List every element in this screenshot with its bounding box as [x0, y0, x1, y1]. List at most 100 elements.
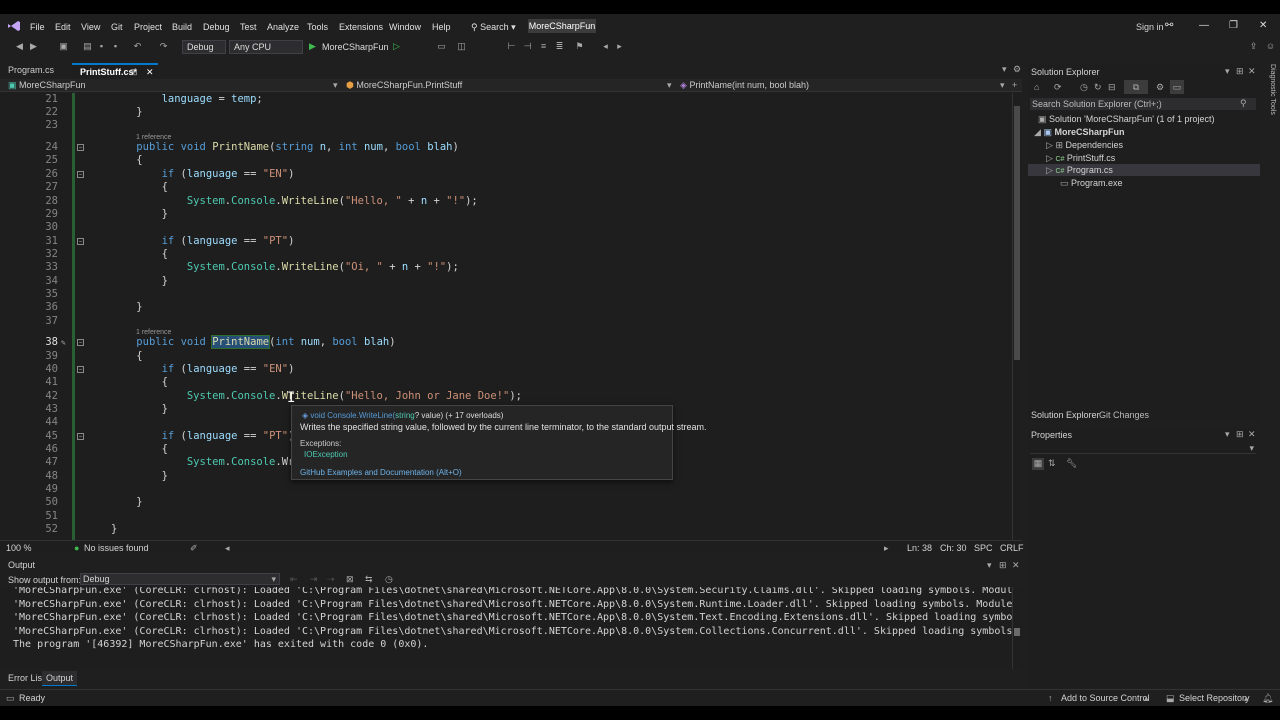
- whitespace-indicator[interactable]: SPC: [974, 543, 993, 553]
- issues-status[interactable]: No issues found: [84, 543, 149, 553]
- property-pages-icon[interactable]: 🔧︎: [1066, 458, 1077, 469]
- close-icon[interactable]: ✕: [1012, 560, 1020, 571]
- output-text[interactable]: 'MoreCSharpFun.exe' (CoreCLR: clrhost): …: [0, 587, 1012, 669]
- sync-icon[interactable]: ⟳: [1054, 82, 1062, 93]
- pin-icon[interactable]: ⊞: [130, 65, 138, 79]
- new-item-icon[interactable]: ▣: [58, 41, 69, 52]
- pin-icon[interactable]: ⊞: [999, 560, 1007, 571]
- menu-view[interactable]: View: [81, 22, 100, 32]
- tree-project[interactable]: ◢ ▣ MoreCSharpFun: [1034, 127, 1124, 138]
- tab-error-list[interactable]: Error List: [8, 673, 45, 683]
- menu-extensions[interactable]: Extensions: [339, 22, 383, 32]
- menu-help[interactable]: Help: [432, 22, 451, 32]
- project-nav-dropdown[interactable]: ▣ MoreCSharpFun: [8, 80, 86, 91]
- browser-link-icon[interactable]: ▭: [436, 41, 447, 52]
- uncomment-icon[interactable]: ≣: [554, 41, 565, 52]
- chevron-down-icon[interactable]: ▾: [1225, 429, 1230, 440]
- properties-icon[interactable]: ⚙: [1156, 82, 1164, 93]
- chevron-down-icon[interactable]: ▾: [987, 560, 992, 571]
- properties-object-select[interactable]: ▾: [1030, 443, 1256, 454]
- tab-printstuff-cs[interactable]: PrintStuff.cs* ⊞ ✕: [72, 63, 158, 77]
- notifications-icon[interactable]: 🔔︎: [1262, 693, 1273, 704]
- menu-analyze[interactable]: Analyze: [267, 22, 299, 32]
- clear-all-icon[interactable]: ⊠: [346, 574, 354, 585]
- member-nav-dropdown[interactable]: ◈ PrintName(int num, bool blah): [680, 80, 809, 91]
- find-icon[interactable]: ⇤: [290, 574, 298, 585]
- watch-icon[interactable]: ◷: [385, 574, 393, 585]
- column-indicator[interactable]: Ch: 30: [940, 543, 967, 553]
- solution-search-box[interactable]: Search Solution Explorer (Ctrl+;) ⚲: [1030, 98, 1256, 110]
- share-icon[interactable]: ⇪: [1248, 41, 1259, 52]
- minimize-icon[interactable]: —: [1199, 20, 1209, 31]
- menu-build[interactable]: Build: [172, 22, 192, 32]
- comment-icon[interactable]: ≡: [538, 41, 549, 52]
- fold-toggle-icon[interactable]: −: [77, 144, 84, 151]
- refresh-icon[interactable]: ↻: [1094, 82, 1102, 93]
- search-menu[interactable]: ⚲ Search ▾: [471, 22, 516, 33]
- add-to-source-control[interactable]: Add to Source Control: [1061, 693, 1150, 703]
- diagnostic-tools-tab[interactable]: Diagnostic Tools: [1264, 64, 1276, 124]
- settings-icon[interactable]: ⚙: [1013, 64, 1021, 75]
- docs-link[interactable]: GitHub Examples and Documentation (Alt+O…: [300, 468, 462, 477]
- fold-toggle-icon[interactable]: −: [77, 170, 84, 178]
- output-scrollbar-thumb[interactable]: [1014, 628, 1020, 636]
- save-all-icon[interactable]: ▪: [110, 41, 121, 52]
- pin-icon[interactable]: ⊞: [1236, 66, 1244, 77]
- bookmark-icon[interactable]: ⚑: [574, 41, 585, 52]
- tab-overflow-icon[interactable]: ▾: [1002, 64, 1007, 75]
- tree-item-printstuff[interactable]: ▷ C# PrintStuff.cs: [1046, 153, 1115, 164]
- menu-debug[interactable]: Debug: [203, 22, 230, 32]
- bookmark-next-icon[interactable]: ▸: [614, 41, 625, 52]
- tree-item-dependencies[interactable]: ▷ ⊞ Dependencies: [1046, 140, 1123, 151]
- close-icon[interactable]: ✕: [1248, 429, 1256, 440]
- menu-edit[interactable]: Edit: [55, 22, 71, 32]
- step-over-icon[interactable]: ⊣: [522, 41, 533, 52]
- scroll-right-icon[interactable]: ▸: [884, 543, 889, 554]
- history-icon[interactable]: ◷: [1080, 82, 1088, 93]
- menu-tools[interactable]: Tools: [307, 22, 328, 32]
- tree-item-program-exe[interactable]: ▭ Program.exe: [1060, 178, 1123, 189]
- save-icon[interactable]: ▪: [96, 41, 107, 52]
- close-tab-icon[interactable]: ✕: [146, 65, 154, 79]
- split-editor-icon[interactable]: +: [1012, 80, 1017, 90]
- tab-solution-explorer[interactable]: Solution Explorer: [1031, 410, 1100, 420]
- tree-item-program-cs[interactable]: ▷ C# Program.cs: [1046, 165, 1113, 176]
- start-debug-icon[interactable]: ▶: [309, 41, 316, 52]
- preview-icon[interactable]: ▭: [1170, 80, 1184, 94]
- fold-toggle-icon[interactable]: −: [77, 339, 84, 346]
- open-folder-icon[interactable]: ▤: [82, 41, 93, 52]
- fold-toggle-icon[interactable]: −: [77, 237, 84, 245]
- line-indicator[interactable]: Ln: 38: [907, 543, 932, 553]
- maximize-icon[interactable]: ❐: [1229, 20, 1238, 31]
- tree-solution[interactable]: ▣ Solution 'MoreCSharpFun' (1 of 1 proje…: [1038, 114, 1215, 125]
- undo-icon[interactable]: ↶: [132, 41, 143, 52]
- pin-icon[interactable]: ⊞: [1236, 429, 1244, 440]
- start-without-debug-icon[interactable]: ▷: [393, 41, 400, 52]
- line-ending-indicator[interactable]: CRLF: [1000, 543, 1024, 553]
- collapse-all-icon[interactable]: ⊟: [1108, 82, 1116, 93]
- alphabetical-icon[interactable]: ⇅: [1048, 458, 1056, 469]
- editor-scrollbar-thumb[interactable]: [1014, 106, 1020, 360]
- close-icon[interactable]: ✕: [1248, 66, 1256, 77]
- select-repository[interactable]: Select Repository: [1179, 693, 1250, 703]
- show-all-files-icon[interactable]: ⧉: [1124, 80, 1148, 94]
- zoom-level[interactable]: 100 %: [6, 543, 32, 553]
- feedback-icon[interactable]: ☺: [1265, 41, 1276, 52]
- menu-file[interactable]: File: [30, 22, 45, 32]
- chevron-down-icon[interactable]: ▾: [1225, 66, 1230, 77]
- find-prev-icon[interactable]: ⇥: [310, 574, 318, 585]
- close-window-icon[interactable]: ✕: [1259, 20, 1267, 31]
- hot-reload-icon[interactable]: ◫: [456, 41, 467, 52]
- tab-output[interactable]: Output: [42, 671, 78, 686]
- fold-toggle-icon[interactable]: −: [77, 366, 84, 373]
- navigate-back-icon[interactable]: ◀: [14, 41, 25, 52]
- menu-test[interactable]: Test: [240, 22, 257, 32]
- menu-git[interactable]: Git: [111, 22, 123, 32]
- home-icon[interactable]: ⌂: [1034, 82, 1039, 92]
- scroll-left-icon[interactable]: ◂: [225, 543, 230, 554]
- quick-action-icon[interactable]: ✎: [61, 336, 66, 349]
- categorized-icon[interactable]: ▦: [1032, 458, 1044, 470]
- class-nav-dropdown[interactable]: ⬢ MoreCSharpFun.PrintStuff: [346, 80, 462, 91]
- bookmark-prev-icon[interactable]: ◂: [600, 41, 611, 52]
- platform-select[interactable]: Any CPU: [229, 40, 303, 54]
